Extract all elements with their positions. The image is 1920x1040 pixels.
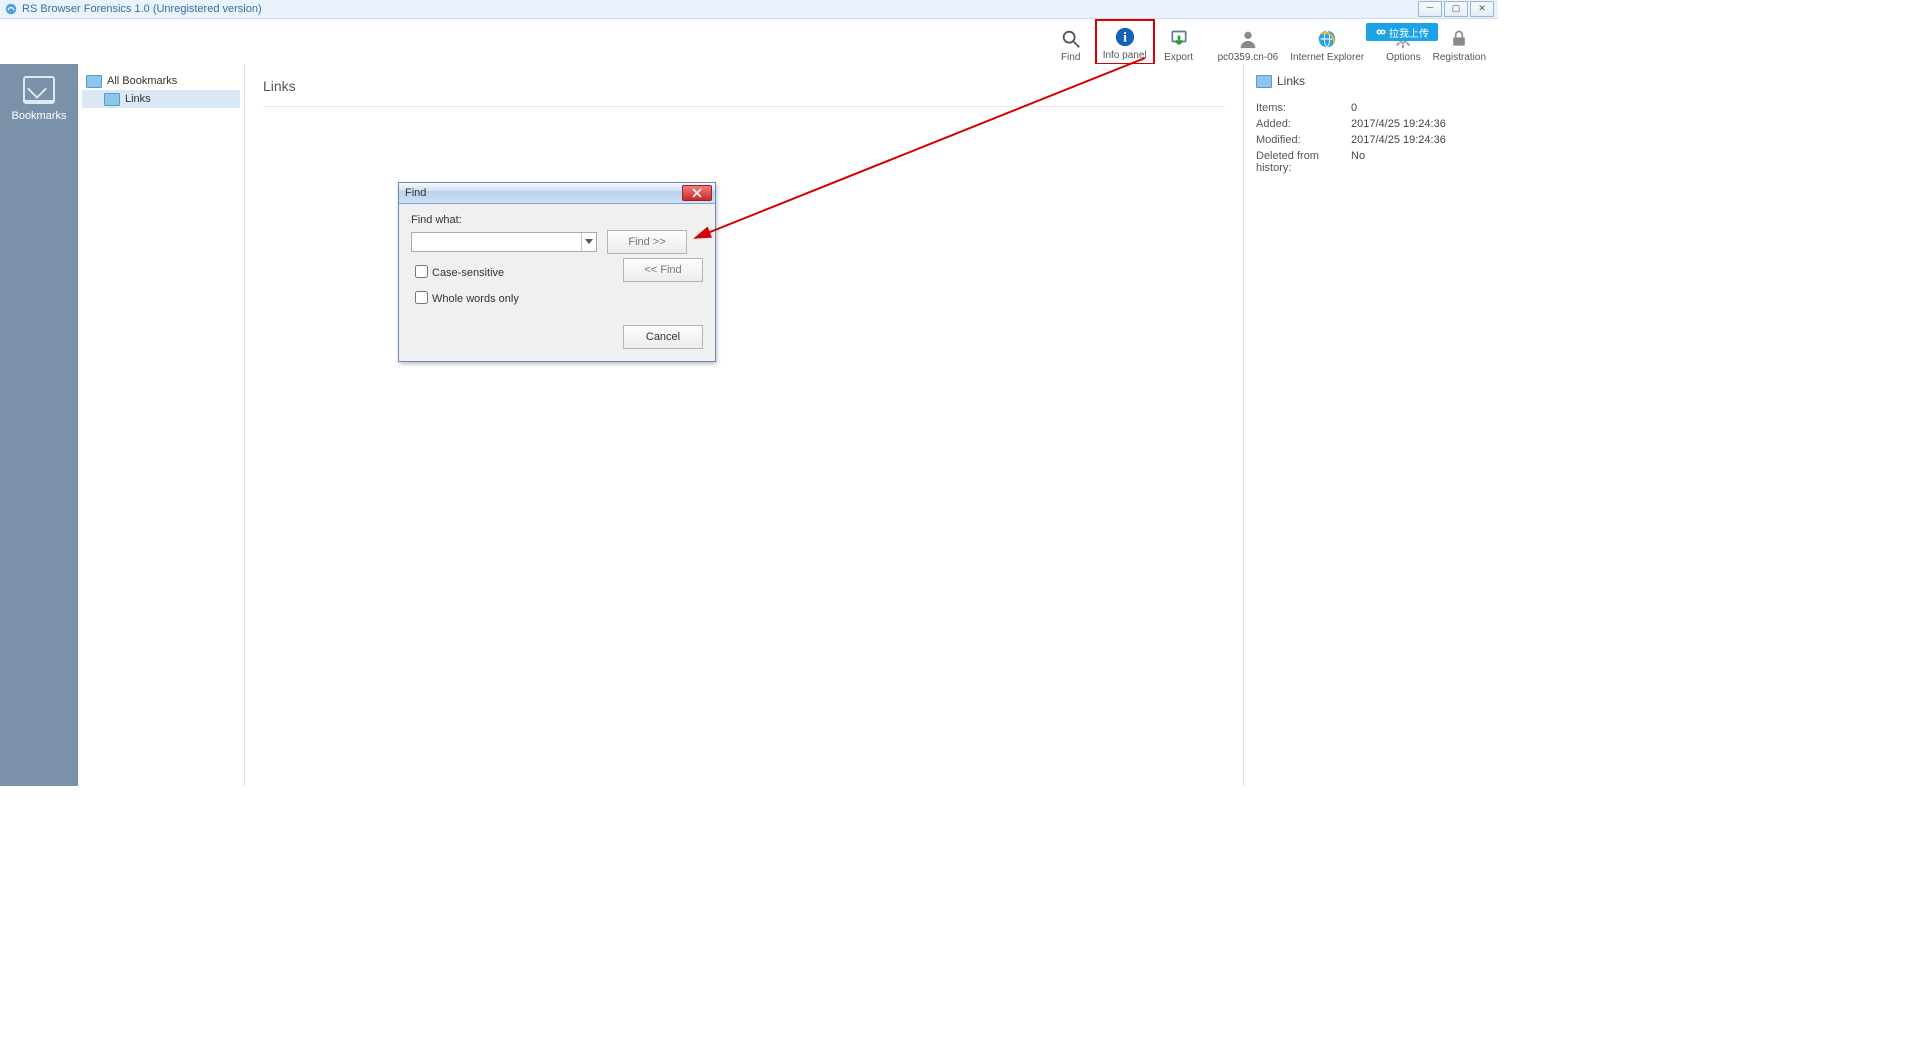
- export-label: Export: [1164, 52, 1193, 63]
- folder-icon: [104, 93, 120, 106]
- user-button[interactable]: pc0359.cn-06: [1212, 19, 1285, 65]
- content-area: Links: [245, 64, 1243, 786]
- info-row: Modified:2017/4/25 19:24:36: [1256, 132, 1486, 148]
- folder-icon: [86, 75, 102, 88]
- find-what-label: Find what:: [411, 214, 703, 226]
- find-combo[interactable]: [411, 232, 597, 252]
- tree-child-links[interactable]: Links: [82, 90, 240, 108]
- tree-root-label: All Bookmarks: [107, 75, 177, 87]
- info-title: Links: [1277, 74, 1305, 88]
- content-heading: Links: [263, 78, 1225, 107]
- user-label: pc0359.cn-06: [1218, 52, 1279, 63]
- registration-label: Registration: [1433, 52, 1486, 63]
- info-panel-button[interactable]: i Info panel: [1095, 19, 1155, 65]
- dialog-close-button[interactable]: [682, 185, 712, 201]
- info-table: Items:0 Added:2017/4/25 19:24:36 Modifie…: [1256, 100, 1486, 176]
- svg-text:i: i: [1123, 30, 1127, 45]
- window-minimize-button[interactable]: －: [1418, 1, 1442, 17]
- dialog-titlebar[interactable]: Find: [399, 183, 715, 204]
- search-icon: [1059, 27, 1083, 51]
- upload-badge-label: 拉我上传: [1389, 25, 1429, 40]
- lock-icon: [1447, 27, 1471, 51]
- find-dialog: Find Find what: Find >> Case-sensitive <…: [398, 182, 716, 362]
- browser-button[interactable]: Internet Explorer: [1284, 19, 1370, 65]
- export-button[interactable]: Export: [1156, 19, 1202, 65]
- case-sensitive-checkbox[interactable]: Case-sensitive: [411, 262, 613, 281]
- ie-icon: [1315, 27, 1339, 51]
- info-panel: Links Items:0 Added:2017/4/25 19:24:36 M…: [1243, 64, 1498, 786]
- find-prev-button[interactable]: << Find: [623, 258, 703, 282]
- tree-root[interactable]: All Bookmarks: [82, 72, 240, 90]
- info-icon: i: [1113, 25, 1137, 49]
- cancel-button[interactable]: Cancel: [623, 325, 703, 349]
- case-sensitive-input[interactable]: [415, 265, 428, 278]
- find-button[interactable]: Find: [1048, 19, 1094, 65]
- find-label: Find: [1061, 52, 1080, 63]
- workspace: Bookmarks All Bookmarks Links Links Link…: [0, 64, 1498, 786]
- find-input[interactable]: [412, 235, 581, 249]
- toolbar: Find i Info panel Export pc0359.cn-06 In…: [0, 19, 1498, 66]
- tree-panel: All Bookmarks Links: [78, 64, 245, 786]
- export-icon: [1167, 27, 1191, 51]
- info-row: Deleted from history:No: [1256, 148, 1486, 176]
- tree-child-label: Links: [125, 93, 151, 105]
- app-icon: [4, 2, 18, 16]
- window-title: RS Browser Forensics 1.0 (Unregistered v…: [22, 3, 1418, 15]
- window-titlebar: RS Browser Forensics 1.0 (Unregistered v…: [0, 0, 1498, 19]
- find-next-button[interactable]: Find >>: [607, 230, 687, 254]
- browser-label: Internet Explorer: [1290, 52, 1364, 63]
- dialog-title: Find: [405, 187, 682, 199]
- bookmarks-icon[interactable]: [23, 76, 55, 104]
- chevron-down-icon[interactable]: [581, 233, 596, 251]
- upload-badge[interactable]: 拉我上传: [1366, 23, 1438, 41]
- user-icon: [1236, 27, 1260, 51]
- whole-words-input[interactable]: [415, 291, 428, 304]
- window-maximize-button[interactable]: ▢: [1444, 1, 1468, 17]
- info-row: Added:2017/4/25 19:24:36: [1256, 116, 1486, 132]
- nav-column: Bookmarks: [0, 64, 78, 786]
- whole-words-checkbox[interactable]: Whole words only: [411, 288, 703, 307]
- nav-bookmarks-label: Bookmarks: [11, 110, 66, 122]
- folder-icon: [1256, 75, 1272, 88]
- info-row: Items:0: [1256, 100, 1486, 116]
- window-close-button[interactable]: ✕: [1470, 1, 1494, 17]
- options-label: Options: [1386, 52, 1420, 63]
- info-panel-label: Info panel: [1103, 50, 1147, 61]
